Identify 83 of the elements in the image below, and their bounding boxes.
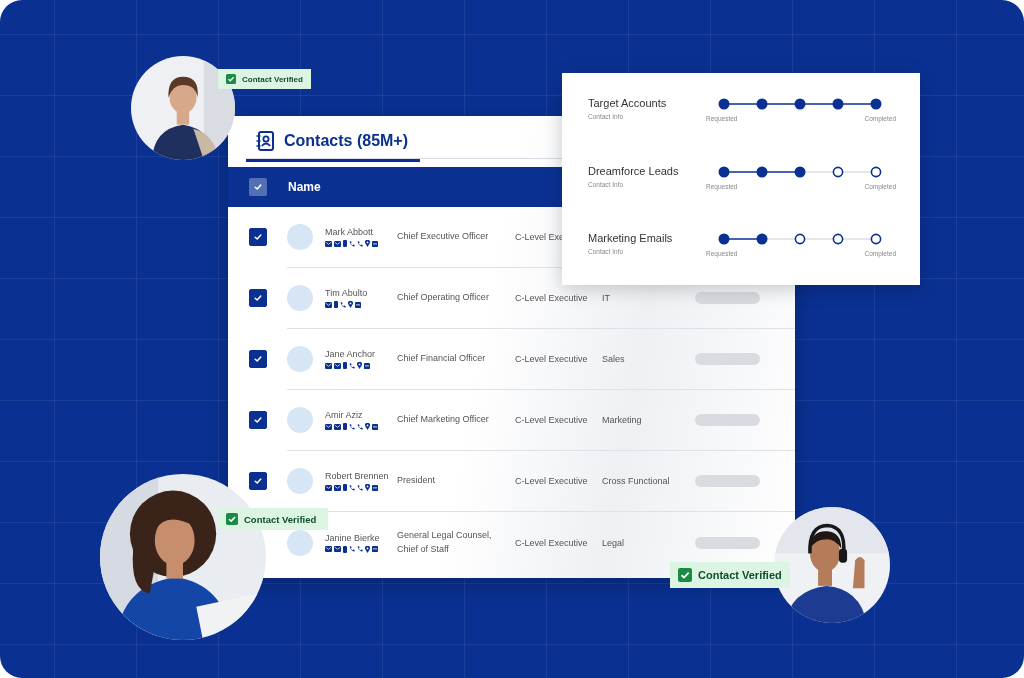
job-title: Chief Marketing Officer (397, 413, 490, 427)
location-pin-icon (365, 240, 370, 247)
contact-name: Jane Anchor (325, 349, 377, 359)
mobile-phone-icon (343, 362, 347, 369)
mobile-phone-icon (343, 240, 347, 247)
envelope-icon (325, 546, 332, 552)
id-card-icon (372, 423, 378, 430)
checkbox-icon (226, 513, 238, 525)
mobile-phone-icon (334, 301, 338, 308)
job-title: President (397, 474, 437, 488)
envelope-icon (325, 423, 332, 430)
department: Sales (602, 354, 626, 364)
department: Cross Functional (602, 476, 671, 486)
id-card-icon (372, 484, 378, 491)
envelope-icon (334, 484, 341, 491)
job-title: Chief Operating Officer (397, 291, 490, 305)
envelope-icon (325, 484, 332, 491)
contact-name: Janine Bierke (325, 532, 381, 543)
checkmark-icon (253, 415, 263, 425)
phone-icon (340, 301, 346, 308)
row-checkbox[interactable] (249, 350, 267, 368)
contact-name: Amir Aziz (325, 410, 364, 420)
row-checkbox[interactable] (249, 411, 267, 429)
location-pin-icon (365, 423, 370, 430)
job-title: Chief Executive Officer (397, 230, 490, 244)
location-pin-icon (348, 301, 353, 308)
envelope-icon (325, 362, 332, 369)
checkmark-icon (253, 232, 263, 242)
checkmark-icon (253, 476, 263, 486)
contact-name: Mark Abbott (325, 227, 375, 237)
id-card-icon (364, 362, 370, 369)
row-checkbox[interactable] (249, 472, 267, 490)
location-pin-icon (365, 484, 370, 491)
checkbox-icon (226, 74, 236, 84)
checkmark-icon (253, 354, 263, 364)
mobile-phone-icon (343, 484, 347, 491)
list-title: Marketing Emails (588, 232, 674, 244)
envelope-icon (325, 240, 332, 247)
list-title: Target Accounts (588, 97, 668, 109)
id-card-icon (372, 240, 378, 247)
job-level: C-Level Executive (515, 476, 589, 486)
location-pin-icon (365, 545, 370, 553)
envelope-icon (325, 301, 332, 308)
envelope-icon (334, 240, 341, 247)
checkbox-icon (678, 568, 692, 582)
avatar (287, 346, 313, 372)
envelope-icon (334, 423, 341, 430)
avatar (287, 468, 313, 494)
department: IT (602, 293, 611, 303)
verified-badge: Contact Verified (218, 69, 311, 89)
contact-name: Robert Brennen (325, 471, 390, 481)
job-title: General Legal Counsel, Chief of Staff (397, 529, 493, 556)
department: Legal (602, 537, 626, 548)
contact-name: Tim Abulto (325, 288, 369, 298)
checkmark-icon (253, 293, 263, 303)
id-card-icon (355, 301, 361, 308)
avatar (287, 224, 313, 250)
department: Marketing (602, 415, 643, 425)
checkmark-icon (253, 182, 263, 192)
envelope-icon (334, 546, 341, 552)
verified-badge: Contact Verified (218, 508, 328, 530)
mobile-phone-icon (343, 545, 347, 553)
job-level: C-Level Executive (515, 415, 589, 425)
mobile-phone-icon (343, 423, 347, 430)
row-checkbox[interactable] (249, 228, 267, 246)
id-card-icon (372, 546, 378, 552)
envelope-icon (334, 362, 341, 369)
contacts-tab[interactable]: Contacts (85M+) (246, 130, 421, 162)
location-pin-icon (357, 362, 362, 369)
address-book-icon (256, 130, 274, 151)
job-level: C-Level Executive (515, 293, 589, 303)
job-level: C-Level Executive (515, 354, 589, 364)
list-title: Dreamforce Leads (588, 164, 680, 177)
select-all-checkbox[interactable] (249, 178, 267, 196)
avatar (287, 529, 313, 556)
row-checkbox[interactable] (249, 289, 267, 307)
avatar (287, 407, 313, 433)
column-header: Name (288, 180, 321, 194)
verified-badge: Contact Verified (670, 562, 790, 588)
job-title: Chief Financial Officer (397, 352, 487, 366)
avatar (287, 285, 313, 311)
job-level: C-Level Executive (515, 537, 589, 548)
phone-icon (349, 362, 355, 369)
